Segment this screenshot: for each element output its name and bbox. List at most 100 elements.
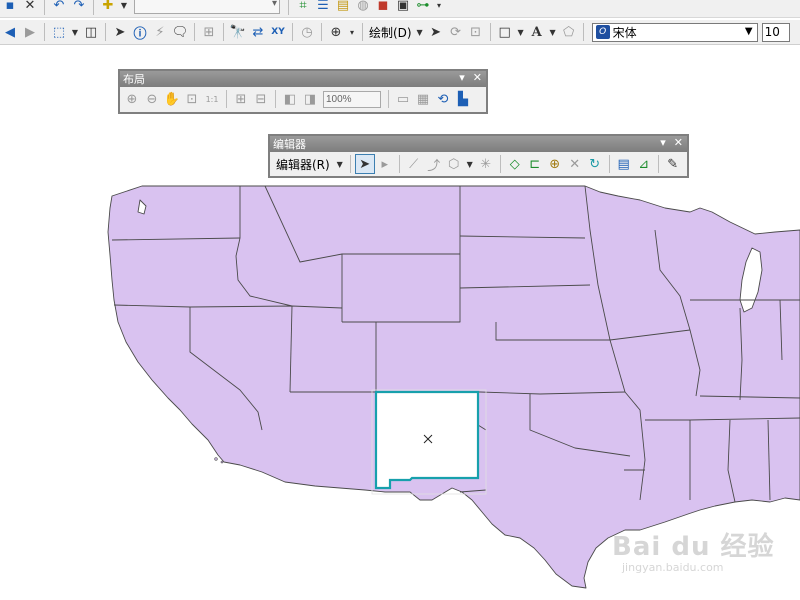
delete-icon[interactable]: ✕ bbox=[20, 0, 40, 16]
focus-data-frame-icon[interactable]: ▦ bbox=[413, 89, 433, 109]
toolbar-options-icon[interactable]: ▾ bbox=[660, 136, 666, 149]
time-slider-icon[interactable]: ◷ bbox=[297, 22, 317, 42]
point-construction-icon[interactable]: ✳ bbox=[476, 154, 496, 174]
save-icon[interactable]: ▪ bbox=[0, 0, 20, 16]
table-of-contents-icon[interactable]: ☰ bbox=[313, 0, 333, 16]
standard-toolbar: ▪ ✕ ↶ ↷ ✚ ▼ ⌗ ☰ ▤ ◍ ◼ ▣ ⊶ ▾ bbox=[0, 0, 800, 18]
draw-menu[interactable]: 绘制(D) bbox=[369, 24, 412, 41]
edit-annotation-icon[interactable]: ▸ bbox=[375, 154, 395, 174]
toolbar-overflow-icon[interactable]: ▾ bbox=[433, 0, 445, 16]
toolbar-separator bbox=[93, 0, 94, 15]
rotate-icon[interactable]: ⟳ bbox=[446, 22, 466, 42]
toolbar-separator bbox=[275, 90, 276, 108]
select-features-icon[interactable]: ⬚ bbox=[49, 22, 69, 42]
fixed-zoom-in-icon[interactable]: ⊞ bbox=[231, 89, 251, 109]
rectangle-icon[interactable]: □ bbox=[495, 22, 515, 42]
toolbar-separator bbox=[657, 155, 659, 173]
select-elements-pointer-icon[interactable]: ➤ bbox=[426, 22, 446, 42]
chevron-down-icon[interactable]: ▼ bbox=[118, 0, 130, 16]
chevron-down-icon: ▼ bbox=[744, 25, 753, 37]
toolbar-separator bbox=[194, 23, 195, 41]
arctoolbox-icon[interactable]: ◼ bbox=[373, 0, 393, 16]
chevron-down-icon[interactable]: ▼ bbox=[69, 22, 81, 42]
redo-icon[interactable]: ↷ bbox=[69, 0, 89, 16]
forward-icon[interactable]: ▶ bbox=[20, 22, 40, 42]
hyperlink-icon[interactable]: ⚡ bbox=[150, 22, 170, 42]
layout-toolbar-title: 布局 bbox=[123, 73, 145, 86]
model-builder-icon[interactable]: ⊶ bbox=[413, 0, 433, 16]
toolbar-separator bbox=[362, 23, 363, 41]
fixed-zoom-out-icon[interactable]: ⊟ bbox=[251, 89, 271, 109]
search-window-icon[interactable]: ◍ bbox=[353, 0, 373, 16]
route-icon[interactable]: ⇄ bbox=[248, 22, 268, 42]
clear-selection-icon[interactable]: ◫ bbox=[81, 22, 101, 42]
close-icon[interactable]: ✕ bbox=[473, 71, 482, 84]
undo-icon[interactable]: ↶ bbox=[49, 0, 69, 16]
edit-vertices-icon[interactable]: ◇ bbox=[505, 154, 525, 174]
toolbar-separator bbox=[292, 23, 293, 41]
data-driven-pages-icon[interactable]: ▙ bbox=[453, 89, 473, 109]
toolbar-options-icon[interactable]: ▾ bbox=[459, 71, 465, 84]
reshape-feature-icon[interactable]: ⊏ bbox=[525, 154, 545, 174]
measure-icon[interactable]: ⊞ bbox=[199, 22, 219, 42]
chevron-down-icon[interactable]: ▼ bbox=[515, 22, 527, 42]
island-marker bbox=[220, 460, 224, 464]
rotate-tool-icon[interactable]: ↻ bbox=[585, 154, 605, 174]
editor-toolbar[interactable]: 编辑器 ▾ ✕ 编辑器(R) ▼ ➤ ▸ ⟋ ⤴ ⬡ ▼ ✳ ◇ ⊏ ⊕ ✕ ↻… bbox=[268, 134, 689, 178]
back-icon[interactable]: ◀ bbox=[0, 22, 20, 42]
editor-toolbar-body: 编辑器(R) ▼ ➤ ▸ ⟋ ⤴ ⬡ ▼ ✳ ◇ ⊏ ⊕ ✕ ↻ ▤ ⊿ ✎ bbox=[270, 152, 687, 176]
tools-toolbar: ◀ ▶ ⬚ ▼ ◫ ➤ ⓘ ⚡ 🗨 ⊞ 🔭 ⇄ XY ◷ ⊕ ▾ 绘制(D) ▼… bbox=[0, 20, 800, 45]
layout-toolbar[interactable]: 布局 ▾ ✕ ⊕ ⊖ ✋ ⊡ 1:1 ⊞ ⊟ ◧ ◨ ▭ ▦ ⟲ ▙ bbox=[118, 69, 488, 114]
go-to-xy-icon[interactable]: XY bbox=[268, 22, 288, 42]
cut-polygons-icon[interactable]: ⊕ bbox=[545, 154, 565, 174]
forward-extent-icon[interactable]: ◨ bbox=[300, 89, 320, 109]
zoom-control[interactable] bbox=[323, 90, 381, 108]
chevron-down-icon[interactable]: ▼ bbox=[547, 22, 559, 42]
close-icon[interactable]: ✕ bbox=[674, 136, 683, 149]
viewer-window-icon[interactable]: ⊕ bbox=[326, 22, 346, 42]
toolbar-separator bbox=[398, 155, 400, 173]
find-icon[interactable]: 🔭 bbox=[228, 22, 248, 42]
chevron-down-icon[interactable]: ▼ bbox=[334, 154, 346, 174]
toolbar-overflow-icon[interactable]: ▾ bbox=[346, 22, 358, 42]
back-extent-icon[interactable]: ◧ bbox=[280, 89, 300, 109]
python-icon[interactable]: ▣ bbox=[393, 0, 413, 16]
font-name-select[interactable]: O 宋体 ▼ bbox=[591, 22, 758, 42]
polygon-construction-icon[interactable]: ⬡ bbox=[444, 154, 464, 174]
pan-icon[interactable]: ✋ bbox=[162, 89, 182, 109]
editor-toolbar-icon[interactable]: ⌗ bbox=[293, 0, 313, 16]
zoom-100-icon[interactable]: 1:1 bbox=[202, 89, 222, 109]
toolbar-separator bbox=[489, 23, 491, 41]
chevron-down-icon[interactable]: ▼ bbox=[464, 154, 476, 174]
change-layout-icon[interactable]: ⟲ bbox=[433, 89, 453, 109]
scale-dropdown[interactable] bbox=[134, 0, 280, 14]
editor-toolbar-titlebar[interactable]: 编辑器 ▾ ✕ bbox=[270, 136, 687, 152]
add-data-icon[interactable]: ✚ bbox=[98, 0, 118, 16]
toolbar-separator bbox=[44, 0, 45, 15]
chevron-down-icon[interactable]: ▼ bbox=[414, 22, 426, 42]
edit-vertices-icon[interactable]: ⬠ bbox=[559, 22, 579, 42]
opentype-font-icon: O bbox=[595, 25, 610, 39]
toggle-draft-mode-icon[interactable]: ▭ bbox=[393, 89, 413, 109]
html-popup-icon[interactable]: 🗨 bbox=[170, 22, 190, 42]
split-tool-icon[interactable]: ✕ bbox=[565, 154, 585, 174]
zoom-whole-page-icon[interactable]: ⊡ bbox=[182, 89, 202, 109]
toolbar-separator bbox=[582, 23, 584, 41]
select-elements-icon[interactable]: ➤ bbox=[110, 22, 130, 42]
create-features-icon[interactable]: ✎ bbox=[663, 154, 683, 174]
catalog-icon[interactable]: ▤ bbox=[333, 0, 353, 16]
zoom-in-icon[interactable]: ⊕ bbox=[122, 89, 142, 109]
straight-segment-icon[interactable]: ⟋ bbox=[404, 154, 424, 174]
editor-menu[interactable]: 编辑器(R) bbox=[272, 156, 334, 173]
identify-icon[interactable]: ⓘ bbox=[130, 22, 150, 42]
attributes-icon[interactable]: ▤ bbox=[614, 154, 634, 174]
zoom-out-icon[interactable]: ⊖ bbox=[142, 89, 162, 109]
toolbar-separator bbox=[226, 90, 227, 108]
new-text-icon[interactable]: A bbox=[527, 22, 547, 42]
layout-toolbar-titlebar[interactable]: 布局 ▾ ✕ bbox=[120, 71, 486, 87]
endpoint-arc-icon[interactable]: ⤴ bbox=[424, 154, 444, 174]
edit-tool-icon[interactable]: ➤ bbox=[354, 154, 375, 174]
zoom-whole-page-icon[interactable]: ⊡ bbox=[466, 22, 486, 42]
sketch-properties-icon[interactable]: ⊿ bbox=[634, 154, 654, 174]
font-size-select[interactable]: 10 bbox=[761, 22, 790, 42]
